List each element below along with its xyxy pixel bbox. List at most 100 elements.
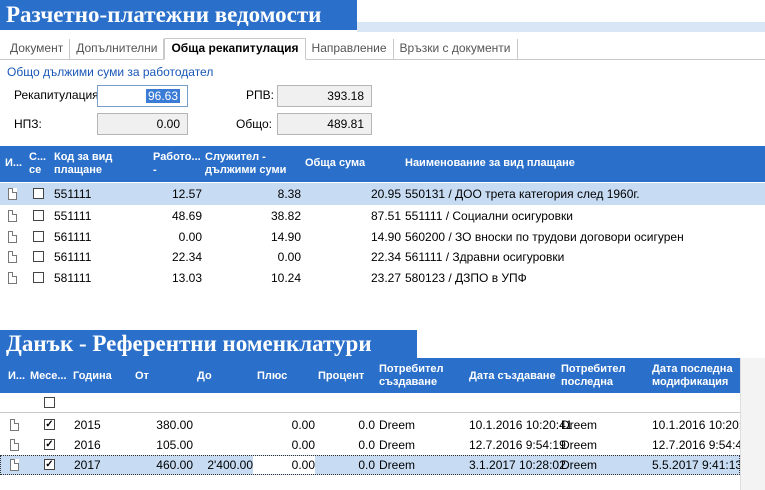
date-created-cell: 12.7.2016 9:54:19 [469, 438, 566, 452]
total-amount: 22.34 [370, 250, 401, 264]
employer-amount: 13.03 [171, 271, 202, 285]
col-date-last[interactable]: Дата последна модификация [652, 363, 740, 389]
tab-bar: Документ Допълнителни Обща рекапитулация… [0, 38, 765, 60]
table-row[interactable]: ✓ 2015 380.00 0.00 0.0 Dreem 10.1.2016 1… [0, 415, 755, 435]
employee-amount: 38.82 [270, 209, 301, 223]
col-user-created[interactable]: Потребител създаване [379, 363, 464, 389]
col-include[interactable]: С... се [29, 151, 47, 177]
total-label: Общо: [236, 117, 272, 131]
employee-amount: 0.00 [277, 250, 301, 264]
rpv-label: РПВ: [246, 88, 274, 102]
payment-code: 551111 [54, 187, 92, 201]
total-amount: 23.27 [370, 271, 401, 285]
table-row[interactable]: 561111 22.34 0.00 22.34 561111 / Здравни… [0, 246, 765, 268]
employer-amount: 0.00 [178, 230, 202, 244]
year-cell: 2016 [74, 438, 101, 452]
date-created-cell: 3.1.2017 10:28:02 [469, 458, 566, 472]
col-from[interactable]: От [135, 370, 149, 383]
employee-amount: 8.38 [277, 187, 301, 201]
table-row[interactable]: 581111 13.03 10.24 23.27 580123 / ДЗПО в… [0, 267, 765, 289]
user-last-cell: Dreem [561, 458, 598, 472]
table-row[interactable]: 561111 0.00 14.90 14.90 560200 / ЗО внос… [0, 226, 765, 248]
col-user-last[interactable]: Потребител последна [561, 363, 646, 389]
page-title: Разчетно-платежни ведомости [0, 0, 357, 30]
employer-amount: 12.57 [171, 187, 202, 201]
col-employee[interactable]: Служител - дължими суми [205, 151, 300, 177]
tab-document-links[interactable]: Връзки с документи [394, 39, 518, 59]
rpv-field[interactable]: 393.18 [277, 85, 372, 107]
total-amount: 87.51 [370, 209, 401, 223]
payment-name: 550131 / ДОО трета категория след 1960г. [405, 187, 640, 201]
npz-field[interactable]: 0.00 [97, 113, 188, 135]
plus-cell[interactable]: 0.00 [253, 456, 315, 474]
document-icon [10, 459, 19, 471]
table-row[interactable]: 551111 12.57 8.38 20.95 550131 / ДОО тре… [0, 183, 765, 205]
recap-field[interactable]: 96.63 [97, 85, 188, 107]
document-icon [10, 439, 19, 451]
total-field[interactable]: 489.81 [277, 113, 372, 135]
col-payment-name[interactable]: Наименование за вид плащане [405, 157, 575, 170]
date-created-cell: 10.1.2016 10:20:41 [469, 418, 573, 432]
col-payment-code[interactable]: Код за вид плащане [54, 151, 144, 177]
col-month[interactable]: Месе... [30, 370, 67, 383]
col-percent[interactable]: Процент [318, 370, 364, 383]
payment-name: 551111 / Социални осигуровки [405, 209, 573, 223]
recap-label: Рекапитулация [14, 88, 99, 102]
employer-amount: 48.69 [171, 209, 202, 223]
user-last-cell: Dreem [561, 438, 598, 452]
section-subtitle: Общо дължими суми за работодател [7, 65, 214, 79]
header-strip [357, 22, 765, 32]
filter-checkbox[interactable] [44, 397, 55, 408]
payment-name: 561111 / Здравни осигуровки [405, 250, 565, 264]
user-created-cell: Dreem [379, 458, 416, 472]
filter-row [0, 393, 740, 413]
col-icon[interactable]: И... [8, 370, 25, 383]
total-amount: 14.90 [370, 230, 401, 244]
month-checkbox[interactable]: ✓ [44, 419, 55, 430]
include-checkbox[interactable] [33, 251, 44, 262]
table-row[interactable]: 551111 48.69 38.82 87.51 551111 / Социал… [0, 205, 765, 227]
payment-code: 561111 [54, 230, 92, 244]
tax-grid-header: И... Месе... Година От До Плюс Процент П… [0, 358, 765, 393]
payment-code: 581111 [54, 271, 92, 285]
include-checkbox[interactable] [33, 188, 44, 199]
tab-additional[interactable]: Допълнителни [70, 39, 165, 59]
plus-cell: 0.00 [291, 438, 315, 452]
document-icon [8, 210, 17, 222]
col-year[interactable]: Година [73, 370, 112, 383]
col-icon[interactable]: И... [5, 157, 22, 170]
vertical-scrollbar[interactable] [740, 358, 765, 490]
col-date-created[interactable]: Дата създаване [469, 370, 556, 383]
payment-name: 580123 / ДЗПО в УПФ [405, 271, 527, 285]
col-plus[interactable]: Плюс [257, 370, 287, 383]
date-last-cell: 12.7.2016 9:54:48 [652, 438, 749, 452]
tab-document[interactable]: Документ [4, 39, 71, 59]
date-last-cell: 5.5.2017 9:41:13 [652, 458, 743, 472]
employee-amount: 10.24 [270, 271, 301, 285]
npz-label: НПЗ: [14, 117, 42, 131]
percent-cell: 0.0 [358, 458, 375, 472]
col-to[interactable]: До [197, 370, 212, 383]
tab-direction[interactable]: Направление [306, 39, 394, 59]
table-row-selected[interactable]: ✓ 2017 460.00 2'400.00 0.00 0.0 Dreem 3.… [0, 455, 743, 475]
percent-cell: 0.0 [358, 418, 375, 432]
total-amount: 20.95 [370, 187, 401, 201]
month-checkbox[interactable]: ✓ [44, 439, 55, 450]
from-cell: 460.00 [156, 458, 193, 472]
document-icon [8, 231, 17, 243]
include-checkbox[interactable] [33, 272, 44, 283]
col-employer[interactable]: Работо... - [153, 151, 205, 177]
from-cell: 105.00 [156, 438, 193, 452]
user-created-cell: Dreem [379, 418, 416, 432]
user-created-cell: Dreem [379, 438, 416, 452]
document-icon [8, 272, 17, 284]
table-row[interactable]: ✓ 2016 105.00 0.00 0.0 Dreem 12.7.2016 9… [0, 435, 749, 455]
month-checkbox[interactable]: ✓ [44, 459, 55, 470]
employer-amount: 22.34 [171, 250, 202, 264]
year-cell: 2015 [74, 418, 101, 432]
to-cell: 2'400.00 [207, 458, 253, 472]
col-total[interactable]: Обща сума [305, 157, 365, 170]
include-checkbox[interactable] [33, 231, 44, 242]
tab-general-recap[interactable]: Обща рекапитулация [164, 38, 306, 60]
include-checkbox[interactable] [33, 210, 44, 221]
